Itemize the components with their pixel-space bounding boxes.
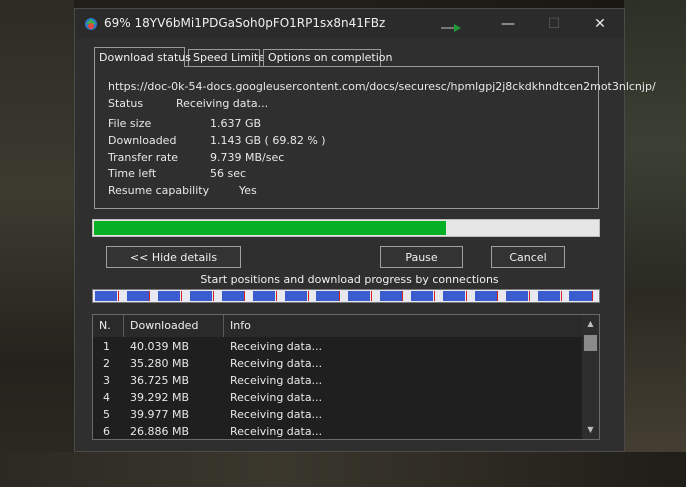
close-button[interactable]: ✕ bbox=[577, 9, 623, 39]
connection-downloaded: 40.039 MB bbox=[130, 340, 190, 353]
connection-info: Receiving data... bbox=[230, 340, 323, 353]
connection-info: Receiving data... bbox=[230, 357, 323, 370]
download-status-panel: https://doc-0k-54-docs.googleusercontent… bbox=[94, 66, 656, 209]
connections-progress-label: Start positions and download progress by… bbox=[200, 273, 499, 286]
hide-details-button[interactable]: << Hide details bbox=[106, 246, 241, 268]
time-left-label: Time left bbox=[108, 167, 157, 180]
downloaded-value: 1.143 GB ( 69.82 % ) bbox=[210, 134, 326, 147]
connections-list[interactable]: N. Downloaded Info 1 40.039 MB Receiving… bbox=[92, 314, 600, 440]
connection-start-marker bbox=[592, 291, 594, 301]
connection-number: 2 bbox=[103, 357, 110, 370]
file-size-label: File size bbox=[108, 117, 152, 130]
connection-start-marker bbox=[497, 291, 499, 301]
column-header-number[interactable]: N. bbox=[93, 315, 124, 337]
connection-segment bbox=[126, 291, 149, 301]
scroll-up-icon[interactable]: ▲ bbox=[582, 317, 599, 331]
download-progress-bar bbox=[92, 219, 600, 237]
cancel-button[interactable]: Cancel bbox=[491, 246, 565, 268]
background-bottom bbox=[0, 452, 686, 487]
connection-segment bbox=[95, 291, 118, 301]
connection-segment bbox=[221, 291, 244, 301]
connection-downloaded: 26.886 MB bbox=[130, 425, 190, 438]
list-item[interactable]: 5 39.977 MB Receiving data... bbox=[93, 406, 582, 423]
connection-downloaded: 36.725 MB bbox=[130, 374, 190, 387]
connection-segment bbox=[348, 291, 371, 301]
list-item[interactable]: 1 40.039 MB Receiving data... bbox=[93, 338, 582, 355]
status-label: Status bbox=[108, 97, 144, 110]
list-item[interactable]: 3 36.725 MB Receiving data... bbox=[93, 372, 582, 389]
connection-segment bbox=[379, 291, 402, 301]
connection-start-marker bbox=[244, 291, 246, 301]
connection-info: Receiving data... bbox=[230, 408, 323, 421]
connection-number: 5 bbox=[103, 408, 110, 421]
status-value: Receiving data... bbox=[176, 97, 269, 110]
list-item[interactable]: 2 35.280 MB Receiving data... bbox=[93, 355, 582, 372]
connections-progress-bar bbox=[92, 289, 600, 303]
connection-number: 3 bbox=[103, 374, 110, 387]
connection-downloaded: 35.280 MB bbox=[130, 357, 190, 370]
connection-start-marker bbox=[117, 291, 119, 301]
connection-start-marker bbox=[307, 291, 309, 301]
download-url: https://doc-0k-54-docs.googleusercontent… bbox=[108, 80, 656, 93]
connection-start-marker bbox=[402, 291, 404, 301]
connection-segment bbox=[253, 291, 276, 301]
list-vertical-scrollbar[interactable]: ▲ ▼ bbox=[582, 315, 599, 439]
transfer-rate-label: Transfer rate bbox=[108, 151, 179, 164]
connection-start-marker bbox=[528, 291, 530, 301]
connection-segment bbox=[442, 291, 465, 301]
column-header-info[interactable]: Info bbox=[224, 315, 582, 337]
tab-options-on-completion[interactable]: Options on completion bbox=[263, 49, 393, 66]
time-left-value: 56 sec bbox=[210, 167, 247, 180]
scrollbar-thumb[interactable] bbox=[584, 335, 597, 351]
connection-segment bbox=[506, 291, 529, 301]
connection-segment bbox=[284, 291, 307, 301]
connection-start-marker bbox=[275, 291, 277, 301]
file-size-value: 1.637 GB bbox=[210, 117, 262, 130]
maximize-button[interactable]: ☐ bbox=[531, 9, 577, 39]
background-left bbox=[0, 0, 74, 487]
resume-capability-value: Yes bbox=[239, 184, 257, 197]
connection-start-marker bbox=[560, 291, 562, 301]
minimize-button[interactable]: — bbox=[485, 9, 531, 39]
connection-number: 4 bbox=[103, 391, 110, 404]
column-header-downloaded[interactable]: Downloaded bbox=[124, 315, 224, 337]
connection-start-marker bbox=[434, 291, 436, 301]
list-item[interactable]: 6 26.886 MB Receiving data... bbox=[93, 423, 582, 439]
idm-app-icon bbox=[85, 18, 97, 30]
connection-start-marker bbox=[465, 291, 467, 301]
list-item[interactable]: 4 39.292 MB Receiving data... bbox=[93, 389, 582, 406]
tab-speed-limiter[interactable]: Speed Limiter bbox=[188, 49, 270, 66]
connection-start-marker bbox=[149, 291, 151, 301]
downloaded-label: Downloaded bbox=[108, 134, 177, 147]
connection-info: Receiving data... bbox=[230, 425, 323, 438]
connection-info: Receiving data... bbox=[230, 391, 323, 404]
connection-segment bbox=[474, 291, 497, 301]
scroll-down-icon[interactable]: ▼ bbox=[582, 423, 599, 437]
connection-start-marker bbox=[339, 291, 341, 301]
connection-segment bbox=[569, 291, 592, 301]
tab-download-status[interactable]: Download status bbox=[94, 47, 191, 67]
connection-downloaded: 39.977 MB bbox=[130, 408, 190, 421]
connection-segment bbox=[537, 291, 560, 301]
transfer-rate-value: 9.739 MB/sec bbox=[210, 151, 285, 164]
pause-button[interactable]: Pause bbox=[380, 246, 463, 268]
background-right bbox=[624, 0, 686, 487]
connection-segment bbox=[316, 291, 339, 301]
connection-segment bbox=[411, 291, 434, 301]
connection-segment bbox=[189, 291, 212, 301]
connection-start-marker bbox=[181, 291, 183, 301]
resume-capability-label: Resume capability bbox=[108, 184, 210, 197]
connection-start-marker bbox=[212, 291, 214, 301]
connection-info: Receiving data... bbox=[230, 374, 323, 387]
connection-number: 1 bbox=[103, 340, 110, 353]
download-progress-fill bbox=[94, 221, 446, 235]
connection-downloaded: 39.292 MB bbox=[130, 391, 190, 404]
title-bar[interactable]: 69% 18YV6bMi1PDGaSoh0pFO1RP1sx8n41FBz — … bbox=[75, 9, 624, 39]
download-window: 69% 18YV6bMi1PDGaSoh0pFO1RP1sx8n41FBz — … bbox=[74, 8, 656, 452]
connection-number: 6 bbox=[103, 425, 110, 438]
connection-start-marker bbox=[370, 291, 372, 301]
connection-segment bbox=[158, 291, 181, 301]
window-title: 69% 18YV6bMi1PDGaSoh0pFO1RP1sx8n41FBz bbox=[104, 16, 386, 30]
taskbar-arrow-icon bbox=[441, 24, 461, 32]
